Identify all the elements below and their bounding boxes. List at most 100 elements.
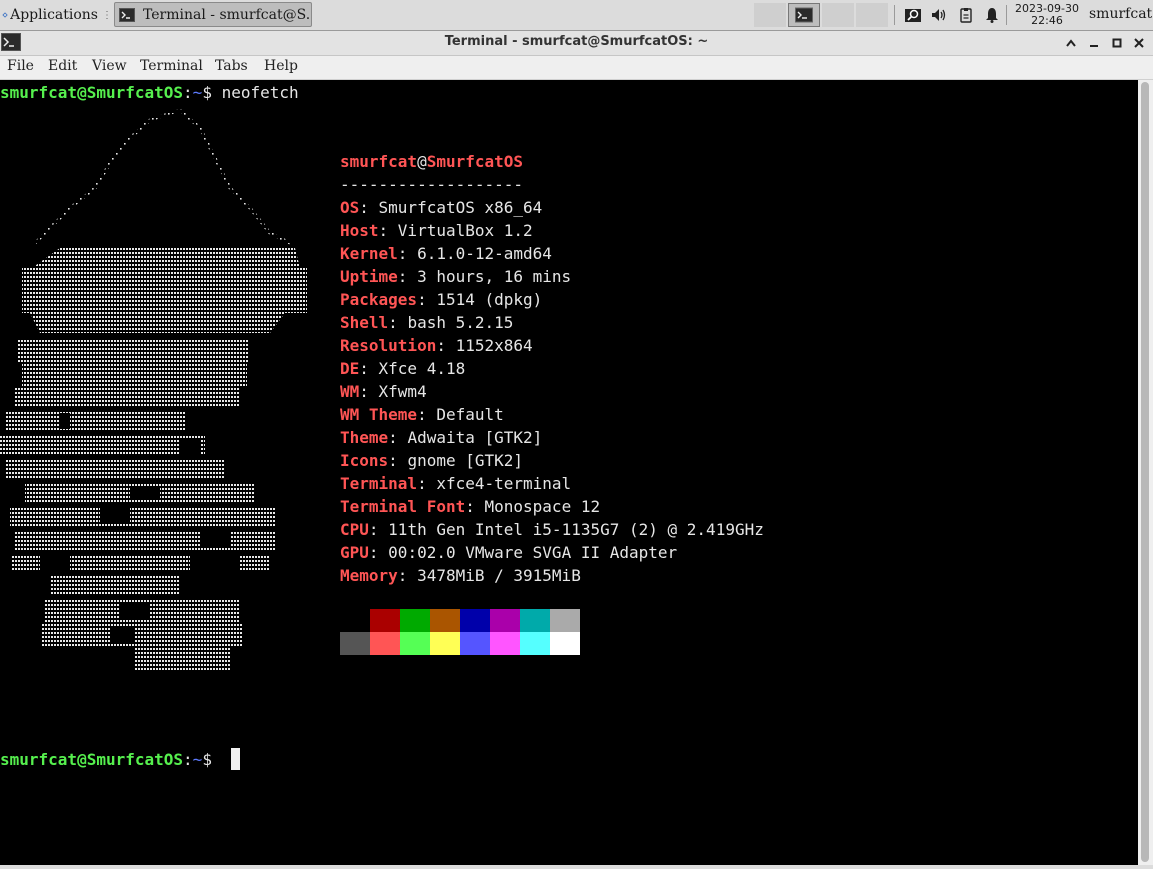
info-row: Kernel: 6.1.0-12-amd64 xyxy=(340,242,552,265)
user-menu[interactable]: smurfcat xyxy=(1089,6,1152,22)
network-search-icon[interactable] xyxy=(905,7,921,23)
menu-view[interactable]: View xyxy=(92,58,127,74)
close-button[interactable] xyxy=(1129,33,1149,53)
info-colon: : xyxy=(417,405,437,424)
info-row: WM Theme: Default xyxy=(340,403,504,426)
info-row: GPU: 00:02.0 VMware SVGA II Adapter xyxy=(340,541,677,564)
terminal-icon xyxy=(119,7,135,22)
terminal-scrollbar[interactable] xyxy=(1138,80,1153,865)
info-key: CPU xyxy=(340,520,369,539)
info-colon: : xyxy=(465,497,485,516)
prompt-separator: : xyxy=(183,83,193,102)
menu-help[interactable]: Help xyxy=(264,58,298,74)
info-value: bash 5.2.15 xyxy=(407,313,514,332)
chevron-up-icon xyxy=(1066,39,1076,47)
info-row: Shell: bash 5.2.15 xyxy=(340,311,513,334)
palette-swatch xyxy=(550,632,580,655)
info-divider: ------------------- xyxy=(340,175,524,194)
info-row: Theme: Adwaita [GTK2] xyxy=(340,426,542,449)
prompt-path: ~ xyxy=(192,83,203,102)
info-row: OS: SmurfcatOS x86_64 xyxy=(340,196,542,219)
clock[interactable]: 2023-09-30 22:46 xyxy=(1012,3,1082,27)
prompt-dollar: $ xyxy=(202,750,222,769)
info-value: Monospace 12 xyxy=(484,497,601,516)
info-key: Terminal xyxy=(340,474,418,493)
info-colon: : xyxy=(378,221,398,240)
window-titlebar[interactable]: Terminal - smurfcat@SmurfcatOS: ~ xyxy=(0,31,1153,56)
header-host: SmurfcatOS xyxy=(426,152,524,171)
workspace-4[interactable] xyxy=(856,3,888,27)
shade-button[interactable] xyxy=(1061,33,1081,53)
workspace-1[interactable] xyxy=(754,3,786,27)
volume-icon[interactable] xyxy=(931,7,947,23)
info-value: Xfwm4 xyxy=(378,382,427,401)
info-colon: : xyxy=(397,267,418,286)
taskbar-terminal-button[interactable]: Terminal - smurfcat@S... xyxy=(114,2,312,27)
info-colon: : xyxy=(359,198,379,217)
menu-terminal[interactable]: Terminal xyxy=(140,58,203,74)
palette-swatch xyxy=(370,609,400,632)
applications-label: Applications xyxy=(10,7,98,23)
menu-file[interactable]: File xyxy=(7,58,34,74)
maximize-button[interactable] xyxy=(1107,33,1127,53)
minimize-button[interactable] xyxy=(1084,33,1104,53)
menu-bar: File Edit View Terminal Tabs Help xyxy=(0,56,1153,80)
info-row: Uptime: 3 hours, 16 mins xyxy=(340,265,571,288)
applications-menu-button[interactable]: Applications ⋮ xyxy=(0,3,112,27)
info-key: Host xyxy=(340,221,379,240)
info-key: Icons xyxy=(340,451,389,470)
info-value: xfce4-terminal xyxy=(436,474,572,493)
info-header: smurfcat@SmurfcatOS xyxy=(340,150,523,173)
prompt-line-1: smurfcat@SmurfcatOS:~$ neofetch xyxy=(0,81,299,104)
palette-swatch xyxy=(490,632,520,655)
scrollbar-thumb[interactable] xyxy=(1141,82,1149,862)
info-row: Terminal Font: Monospace 12 xyxy=(340,495,600,518)
palette-swatch xyxy=(340,609,370,632)
info-value: Default xyxy=(436,405,504,424)
panel-separator xyxy=(894,5,895,25)
info-value: 3478MiB / 3915MiB xyxy=(417,566,581,585)
info-row: DE: Xfce 4.18 xyxy=(340,357,465,380)
info-row: WM: Xfwm4 xyxy=(340,380,427,403)
palette-swatch xyxy=(520,609,550,632)
clipboard-icon[interactable] xyxy=(958,7,974,23)
prompt-separator: : xyxy=(183,750,193,769)
palette-swatch xyxy=(400,632,430,655)
info-row: Terminal: xfce4-terminal xyxy=(340,472,571,495)
command-text: neofetch xyxy=(221,83,299,102)
minimize-icon xyxy=(1090,45,1098,47)
info-key: Kernel xyxy=(340,244,398,263)
header-at: @ xyxy=(417,152,427,171)
info-key: Memory xyxy=(340,566,398,585)
info-key: Theme xyxy=(340,428,389,447)
terminal-output[interactable]: smurfcat@SmurfcatOS:~$ neofetch smurfcat… xyxy=(0,80,1138,865)
palette-swatch xyxy=(370,632,400,655)
menu-tabs[interactable]: Tabs xyxy=(215,58,248,74)
palette-swatch xyxy=(490,609,520,632)
prompt-user: smurfcat@SmurfcatOS xyxy=(0,750,184,769)
palette-swatch xyxy=(340,632,370,655)
text-cursor xyxy=(231,748,240,770)
info-value: 6.1.0-12-amd64 xyxy=(417,244,552,263)
info-key: OS xyxy=(340,198,360,217)
workspace-2-active[interactable] xyxy=(788,3,820,27)
info-row: Icons: gnome [GTK2] xyxy=(340,449,523,472)
info-value: Adwaita [GTK2] xyxy=(407,428,543,447)
info-value: 1514 (dpkg) xyxy=(436,290,543,309)
info-value: 1152x864 xyxy=(455,336,533,355)
info-colon: : xyxy=(368,543,389,562)
smurfcat-ascii-logo xyxy=(0,108,307,670)
info-key: Terminal Font xyxy=(340,497,466,516)
info-value: gnome [GTK2] xyxy=(407,451,524,470)
info-key: Shell xyxy=(340,313,389,332)
xfce-logo-icon xyxy=(2,12,8,18)
info-value: SmurfcatOS x86_64 xyxy=(378,198,543,217)
prompt-user: smurfcat@SmurfcatOS xyxy=(0,83,184,102)
info-row: Packages: 1514 (dpkg) xyxy=(340,288,542,311)
workspace-3[interactable] xyxy=(822,3,854,27)
menu-edit[interactable]: Edit xyxy=(48,58,77,74)
header-user: smurfcat xyxy=(340,152,418,171)
info-key: Uptime xyxy=(340,267,398,286)
info-colon: : xyxy=(417,474,437,493)
notification-bell-icon[interactable] xyxy=(984,7,1000,23)
